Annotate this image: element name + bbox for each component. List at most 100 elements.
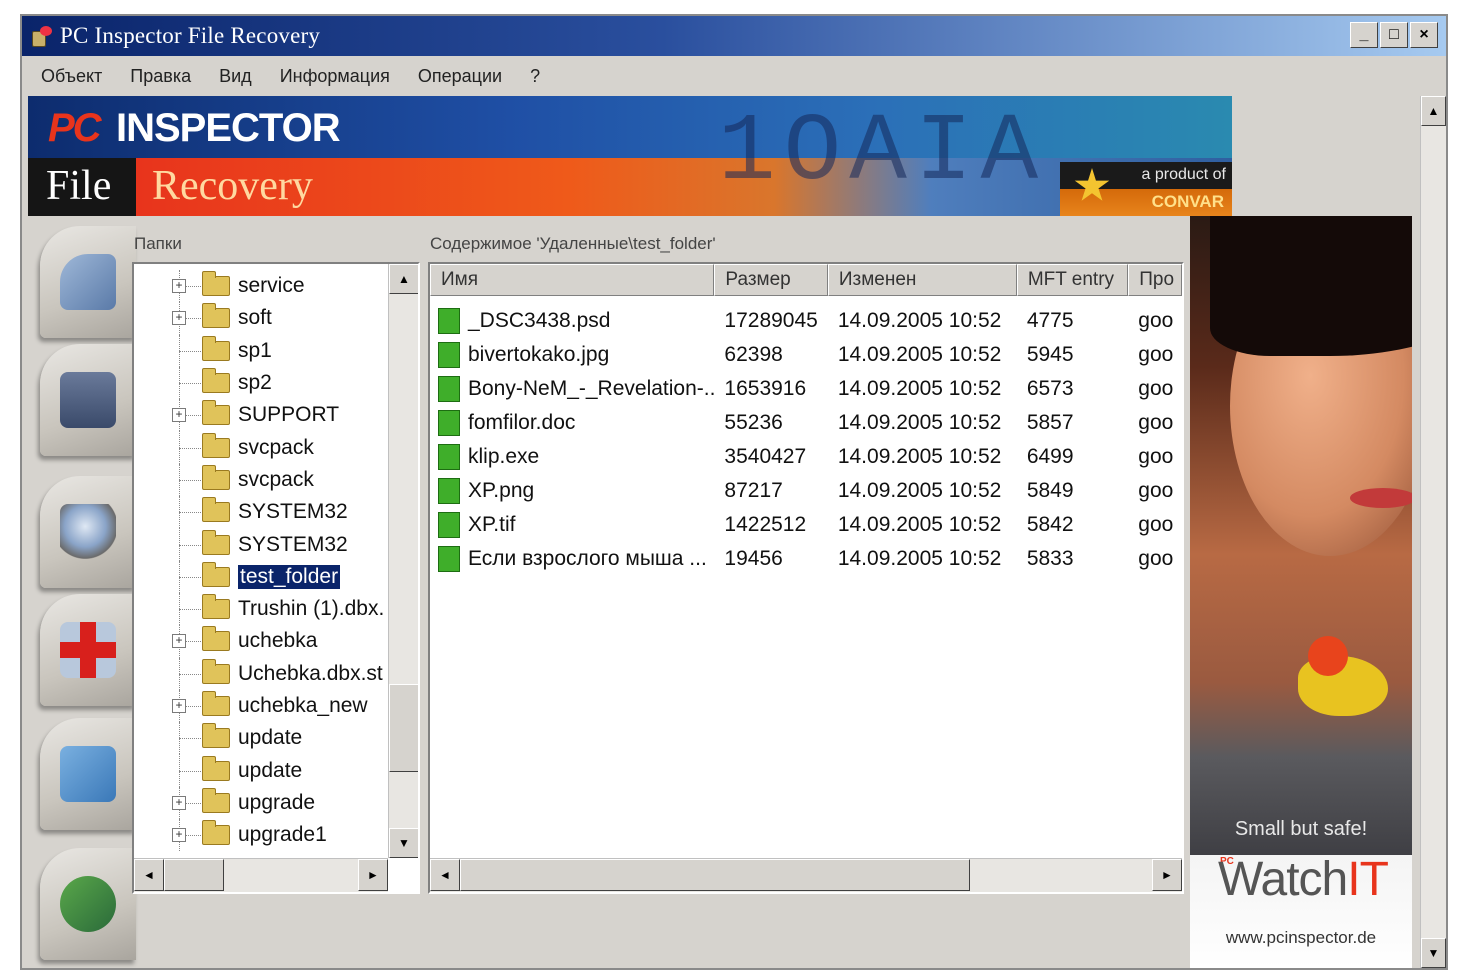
tree-item[interactable]: sp1 (134, 334, 388, 367)
expand-toggle-icon[interactable]: + (172, 795, 186, 810)
table-row[interactable]: fomfilor.doc 55236 14.09.2005 10:52 5857 goo (430, 406, 1182, 440)
scroll-up-button[interactable]: ▲ (1421, 96, 1446, 126)
table-row[interactable]: XP.png 87217 14.09.2005 10:52 5849 goo (430, 474, 1182, 508)
minimize-button[interactable]: _ (1350, 22, 1378, 48)
file-list-pane: Имя Размер Изменен MFT entry Про _DSC343… (428, 262, 1184, 894)
folder-vertical-scrollbar[interactable]: ▲ ▼ (388, 264, 418, 858)
file-name: XP.tif (468, 513, 516, 536)
menu-operations[interactable]: Операции (415, 64, 505, 89)
tree-item-label: Uchebka.dbx.st (238, 661, 383, 685)
column-mft-entry[interactable]: MFT entry (1016, 264, 1129, 296)
search-button[interactable] (40, 476, 136, 588)
scroll-right-button[interactable]: ► (358, 859, 388, 891)
column-status[interactable]: Про (1128, 264, 1182, 296)
tree-item[interactable]: sp2 (134, 366, 388, 400)
tree-item[interactable]: test_folder (134, 560, 388, 593)
tree-item[interactable]: + uchebka (134, 625, 388, 658)
cell-status: goo (1138, 479, 1174, 502)
table-row[interactable]: Bony-NeM_-_Revelation-... 1653916 14.09.20… (430, 372, 1182, 406)
maximize-button[interactable]: □ (1380, 22, 1408, 48)
cell-size: 62398 (724, 343, 783, 366)
save-button[interactable] (40, 344, 136, 456)
folder-icon (202, 723, 230, 749)
table-row[interactable]: klip.exe 3540427 14.09.2005 10:52 6499 goo (430, 440, 1182, 474)
tree-item[interactable]: svcpack (134, 431, 388, 464)
bird-mascot-icon (1298, 636, 1388, 716)
app-icon (30, 23, 56, 49)
expand-toggle-icon[interactable]: + (172, 311, 186, 326)
tree-item[interactable]: update (134, 722, 388, 755)
scroll-left-button[interactable]: ◄ (134, 859, 164, 891)
watchit-logo: WatchIT (1218, 852, 1389, 907)
drive-search-button[interactable] (40, 226, 136, 338)
tree-item[interactable]: Trushin (1).dbx. (134, 592, 388, 626)
ad-url[interactable]: www.pcinspector.de (1190, 928, 1412, 948)
cell-modified: 14.09.2005 10:52 (837, 343, 1002, 366)
magnifier-icon (60, 504, 116, 560)
folder-icon (202, 400, 230, 426)
folder-horizontal-scrollbar[interactable]: ◄ ► (134, 858, 388, 892)
expand-toggle-icon[interactable]: + (172, 408, 186, 423)
table-row[interactable]: _DSC3438.psd 17289045 14.09.2005 10:52 4775… (430, 304, 1182, 338)
scroll-down-button[interactable]: ▼ (1421, 938, 1446, 968)
scroll-thumb[interactable] (389, 684, 418, 772)
open-folder-button[interactable] (40, 718, 136, 830)
help-button[interactable] (40, 848, 136, 960)
close-button[interactable]: × (1410, 22, 1438, 48)
table-row[interactable]: bivertokako.jpg 62398 14.09.2005 10:52 5945… (430, 338, 1182, 372)
menu-info[interactable]: Информация (277, 64, 393, 89)
table-row[interactable]: Если взрослого мыша ... 19456 14.09.2005 1… (430, 542, 1182, 576)
scroll-up-button[interactable]: ▲ (389, 264, 418, 294)
cell-size: 55236 (724, 411, 783, 434)
tree-item-label: svcpack (238, 467, 314, 491)
scroll-thumb[interactable] (460, 859, 970, 891)
tree-item-label: uchebka (238, 629, 318, 653)
tree-item[interactable]: SYSTEM32 (134, 496, 388, 529)
tree-item[interactable]: + service (134, 270, 388, 303)
ad-slogan: Small but safe! (1234, 818, 1368, 840)
scroll-thumb[interactable] (164, 859, 224, 891)
folder-icon (202, 497, 230, 523)
expand-toggle-icon[interactable]: + (172, 634, 186, 649)
column-modified[interactable]: Изменен (827, 264, 1017, 296)
advertisement-panel[interactable]: Small but safe! PC WatchIT www.pcinspect… (1190, 216, 1412, 968)
file-name: Bony-NeM_-_Revelation-... (468, 377, 715, 400)
expand-toggle-icon[interactable]: + (172, 828, 186, 843)
tree-item[interactable]: + SUPPORT (134, 399, 388, 432)
file-name: klip.exe (468, 445, 540, 468)
window-vertical-scrollbar[interactable]: ▲ ▼ (1420, 96, 1446, 968)
cell-size: 3540427 (724, 445, 807, 468)
column-name[interactable]: Имя (430, 264, 715, 296)
tree-item[interactable]: svcpack (134, 463, 388, 497)
scroll-left-button[interactable]: ◄ (430, 859, 460, 891)
folder-window-icon (60, 746, 116, 802)
tree-item[interactable]: + upgrade (134, 786, 388, 820)
column-size[interactable]: Размер (714, 264, 828, 296)
scroll-down-button[interactable]: ▼ (389, 828, 418, 858)
table-row[interactable]: XP.tif 1422512 14.09.2005 10:52 5842 goo (430, 508, 1182, 542)
tree-item-label: SYSTEM32 (238, 500, 348, 524)
expand-toggle-icon[interactable]: + (172, 279, 186, 294)
expand-toggle-icon[interactable]: + (172, 699, 186, 713)
tree-item[interactable]: + uchebka_new (134, 689, 388, 723)
tree-item[interactable]: SYSTEM32 (134, 528, 388, 561)
recover-button[interactable] (40, 594, 136, 706)
folder-tree: + service + soft sp1 sp2 + SUPPORT svcpack svcpac… (134, 264, 388, 858)
tree-item[interactable]: update (134, 754, 388, 787)
menu-edit[interactable]: Правка (127, 64, 194, 89)
tree-item[interactable]: + soft (134, 302, 388, 335)
tree-item[interactable]: + upgrade1 (134, 819, 388, 852)
folder-icon (202, 432, 230, 458)
medical-cross-icon (60, 622, 116, 678)
scroll-right-button[interactable]: ► (1152, 859, 1182, 891)
file-horizontal-scrollbar[interactable]: ◄ ► (430, 858, 1182, 892)
tree-item[interactable]: Uchebka.dbx.st (134, 657, 388, 690)
tree-item-label: sp1 (238, 338, 272, 362)
menu-help[interactable]: ? (527, 64, 543, 89)
cell-modified: 14.09.2005 10:52 (837, 377, 1002, 400)
menu-object[interactable]: Объект (38, 64, 105, 89)
cell-status: goo (1138, 377, 1174, 400)
banner-decor: 1OAIA (718, 98, 1047, 207)
cell-modified: 14.09.2005 10:52 (837, 445, 1002, 468)
menu-view[interactable]: Вид (216, 64, 255, 89)
